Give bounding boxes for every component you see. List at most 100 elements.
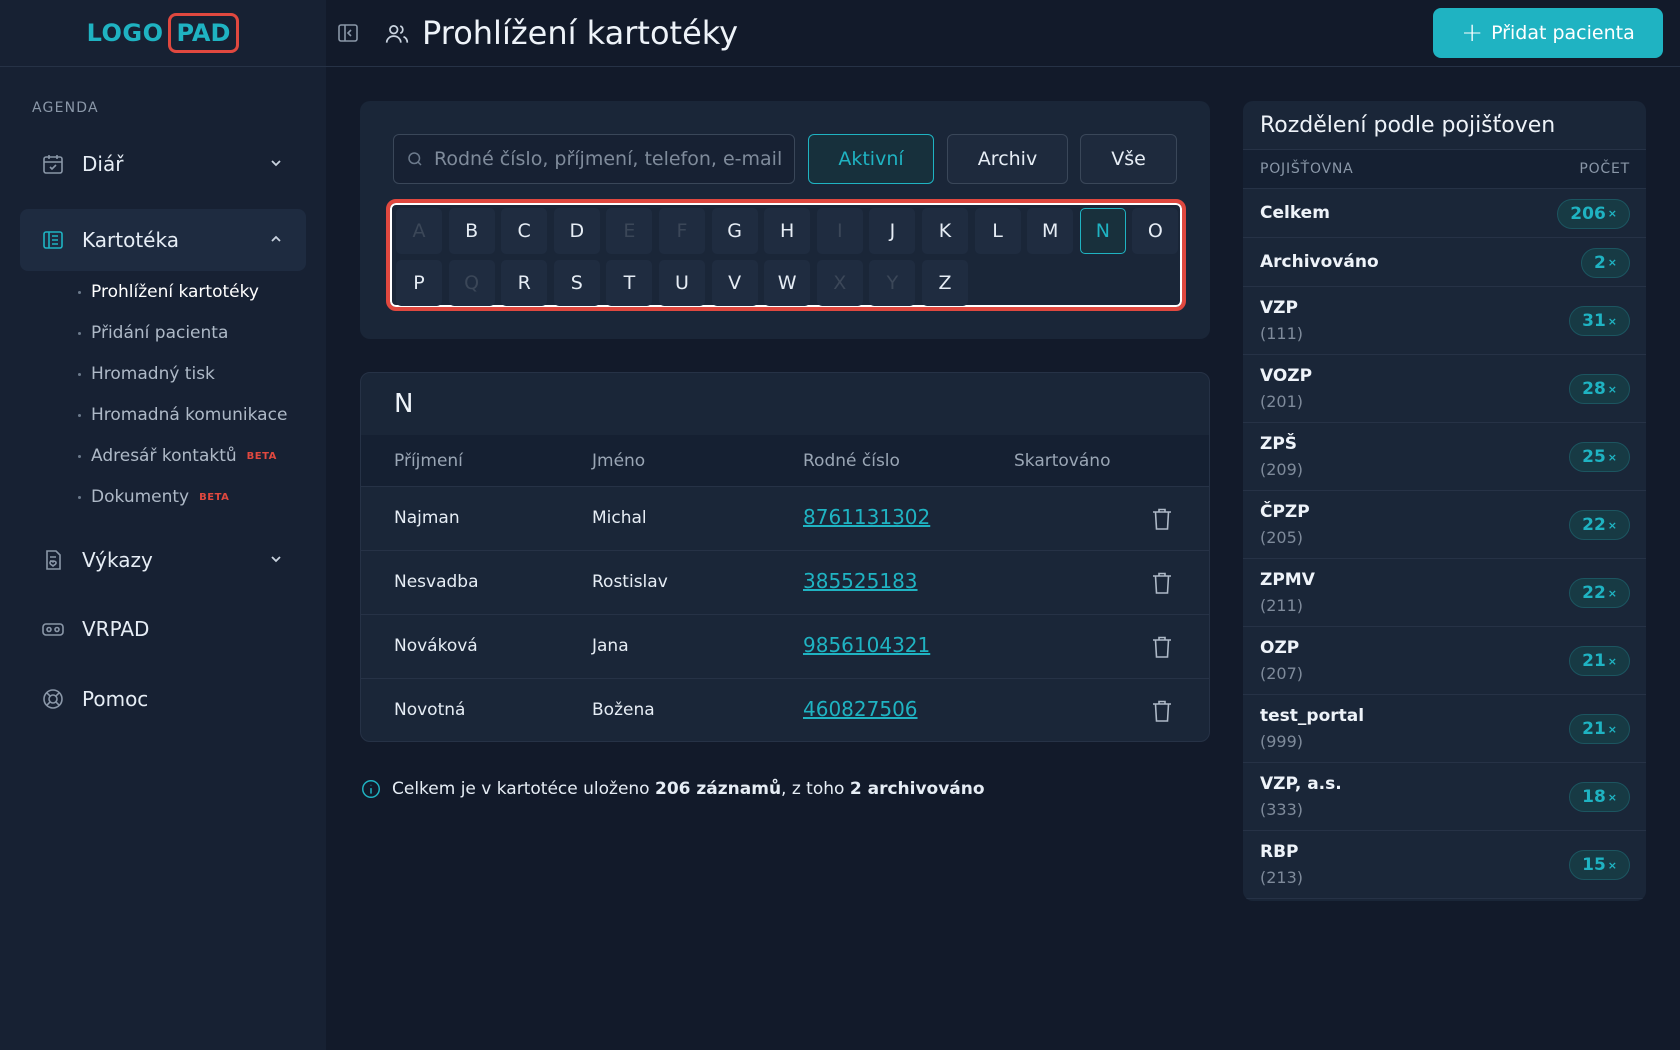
sidebar-item-pomoc[interactable]: Pomoc	[20, 668, 306, 730]
letter-button-h[interactable]: H	[764, 208, 811, 254]
sidebar-item-label: Kartotéka	[82, 228, 179, 252]
search-field[interactable]	[393, 134, 795, 184]
table-row[interactable]: Nováková Jana 9856104321	[361, 615, 1209, 679]
letter-button-b[interactable]: B	[448, 208, 495, 254]
plus-icon: +	[1461, 18, 1484, 48]
subitem-hromadny-tisk[interactable]: Hromadný tisk	[78, 364, 215, 384]
trash-icon[interactable]	[1151, 699, 1173, 723]
insurance-code: (207)	[1260, 664, 1304, 683]
count-suffix: ×	[1607, 654, 1617, 668]
letter-button-k[interactable]: K	[922, 208, 968, 254]
cell-surname: Novotná	[394, 700, 466, 720]
search-icon	[408, 152, 422, 166]
letter-button-m[interactable]: M	[1027, 208, 1074, 254]
filter-all-button[interactable]: Vše	[1080, 134, 1177, 184]
letter-button-n[interactable]: N	[1079, 208, 1126, 254]
letter-button-o[interactable]: O	[1132, 208, 1179, 254]
letter-button-w[interactable]: W	[764, 260, 811, 306]
cell-birth-number-link[interactable]: 385525183	[803, 569, 918, 593]
logo[interactable]: LOGO PAD	[0, 0, 326, 67]
subitem-dokumenty[interactable]: Dokumenty BETA	[78, 487, 229, 507]
add-patient-button[interactable]: + Přidat pacienta	[1433, 8, 1663, 58]
letter-button-u[interactable]: U	[659, 260, 705, 306]
insurance-count-badge: 18 ×	[1569, 782, 1630, 812]
letter-button-a: A	[396, 208, 442, 254]
letter-button-t[interactable]: T	[606, 260, 653, 306]
filter-active-button[interactable]: Aktivní	[808, 134, 934, 184]
top-header: Prohlížení kartotéky + Přidat pacienta	[326, 0, 1680, 67]
cell-surname: Nováková	[394, 636, 478, 656]
letter-button-d[interactable]: D	[553, 208, 600, 254]
insurance-count-badge: 21 ×	[1569, 646, 1630, 676]
chevron-up-icon	[271, 235, 281, 242]
cell-name: Rostislav	[592, 572, 668, 592]
insurance-table-header: POJIŠŤOVNA POČET	[1243, 149, 1646, 189]
letter-button-z[interactable]: Z	[922, 260, 968, 306]
count-suffix: ×	[1607, 722, 1617, 736]
cell-surname: Nesvadba	[394, 572, 479, 592]
insurance-count: 206	[1570, 203, 1606, 224]
subitem-hromadna-komunikace[interactable]: Hromadná komunikace	[78, 405, 287, 425]
cell-name: Jana	[592, 636, 629, 656]
lifebuoy-icon	[40, 686, 66, 712]
letter-button-c[interactable]: C	[501, 208, 548, 254]
letter-button-g[interactable]: G	[711, 208, 758, 254]
count-suffix: ×	[1607, 586, 1617, 600]
table-row[interactable]: Nesvadba Rostislav 385525183	[361, 551, 1209, 615]
column-header-shredded[interactable]: Skartováno	[1014, 451, 1110, 471]
insurance-name: VOZP	[1260, 366, 1313, 386]
bullet-dot	[78, 290, 81, 294]
summary-middle: , z toho	[781, 779, 845, 799]
insurance-row: ZPMV (211) 22 ×	[1243, 559, 1646, 627]
add-patient-label: Přidat pacienta	[1491, 22, 1635, 44]
insurance-row: Celkem 206 ×	[1243, 189, 1646, 238]
sidebar-item-kartoteka[interactable]: Kartotéka	[20, 209, 306, 271]
beta-badge: BETA	[246, 450, 277, 462]
sidebar-item-label: Pomoc	[82, 687, 149, 711]
letter-button-p[interactable]: P	[396, 260, 442, 306]
sidebar-item-vrpad[interactable]: VRPAD	[20, 598, 306, 660]
beta-badge: BETA	[199, 491, 230, 503]
column-header-birth-number[interactable]: Rodné číslo	[803, 451, 900, 471]
subitem-prohlizeni-kartoteky[interactable]: Prohlížení kartotéky	[78, 282, 259, 302]
sidebar-item-diar[interactable]: Diář	[20, 133, 306, 195]
cell-birth-number-link[interactable]: 9856104321	[803, 633, 930, 657]
letter-button-e: E	[606, 208, 653, 254]
sidebar-item-vykazy[interactable]: Výkazy	[20, 529, 306, 591]
insurance-row: VOZP (201) 28 ×	[1243, 355, 1646, 423]
letter-button-s[interactable]: S	[553, 260, 600, 306]
chevron-down-icon	[271, 160, 281, 167]
cell-birth-number-link[interactable]: 8761131302	[803, 505, 930, 529]
chevron-down-icon	[271, 556, 281, 563]
info-icon	[362, 780, 380, 798]
column-header-name[interactable]: Jméno	[592, 451, 645, 471]
column-header-surname[interactable]: Příjmení	[394, 451, 463, 471]
count-suffix: ×	[1607, 790, 1617, 804]
insurance-count: 18	[1582, 787, 1606, 807]
subitem-pridani-pacienta[interactable]: Přidání pacienta	[78, 323, 228, 343]
insurance-col-name: POJIŠŤOVNA	[1260, 161, 1354, 177]
insurance-code: (333)	[1260, 800, 1304, 819]
letter-button-j[interactable]: J	[869, 208, 916, 254]
summary-prefix: Celkem je v kartotéce uloženo	[392, 779, 650, 799]
card-index-icon	[40, 227, 66, 253]
letter-button-r[interactable]: R	[501, 260, 548, 306]
cell-name: Michal	[592, 508, 647, 528]
trash-icon[interactable]	[1151, 571, 1173, 595]
subitem-adresar-kontaktu[interactable]: Adresář kontaktů BETA	[78, 446, 277, 466]
bullet-dot	[78, 495, 81, 499]
filter-archive-button[interactable]: Archiv	[947, 134, 1068, 184]
trash-icon[interactable]	[1151, 507, 1173, 531]
letter-button-l[interactable]: L	[974, 208, 1021, 254]
logo-text-right: PAD	[167, 13, 240, 53]
insurance-count-badge: 22 ×	[1569, 578, 1630, 608]
table-row[interactable]: Najman Michal 8761131302	[361, 487, 1209, 551]
letter-button-f: F	[659, 208, 705, 254]
letter-button-v[interactable]: V	[711, 260, 758, 306]
insurance-row: ČPZP (205) 22 ×	[1243, 491, 1646, 559]
search-input[interactable]	[434, 148, 794, 170]
table-row[interactable]: Novotná Božena 460827506	[361, 679, 1209, 741]
trash-icon[interactable]	[1151, 635, 1173, 659]
cell-birth-number-link[interactable]: 460827506	[803, 697, 918, 721]
sidebar-collapse-icon[interactable]	[336, 21, 360, 45]
